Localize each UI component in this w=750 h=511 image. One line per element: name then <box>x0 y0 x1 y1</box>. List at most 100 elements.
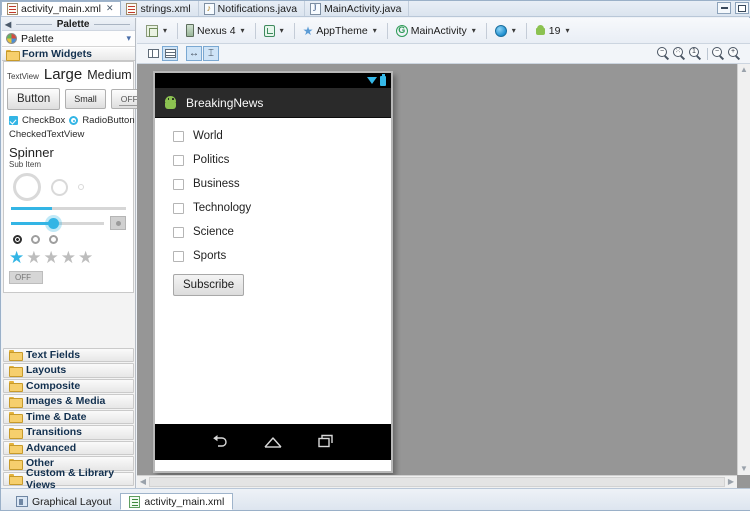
palette-item-small-button[interactable]: Small <box>65 89 106 109</box>
nav-recents-icon[interactable] <box>317 434 335 451</box>
canvas-vertical-scrollbar[interactable]: ▲ ▼ <box>737 64 750 475</box>
horizontal-scroll-thumb[interactable] <box>149 477 725 487</box>
device-preview[interactable]: BreakingNews World Politics Business Tec… <box>153 71 393 473</box>
scroll-left-icon[interactable]: ◀ <box>137 476 149 488</box>
palette-item-quickcontact-badge[interactable] <box>110 216 126 230</box>
checkbox-icon[interactable] <box>173 130 184 142</box>
minimize-button[interactable] <box>717 2 731 14</box>
radio-option-3[interactable] <box>49 235 58 244</box>
palette-item-radiobutton[interactable]: RadioButton <box>82 115 134 126</box>
palette-category-layouts[interactable]: Layouts <box>3 363 134 378</box>
fit-height-toggle[interactable]: ⌶ <box>203 46 219 61</box>
editor-tab-mainactivity-java[interactable]: MainActivity.java <box>305 1 410 16</box>
chevron-down-icon[interactable]: ▾ <box>161 26 169 35</box>
scroll-right-icon[interactable]: ▶ <box>725 476 737 488</box>
palette-category-text-fields[interactable]: Text Fields <box>3 347 134 362</box>
radiogroup-row <box>13 235 130 244</box>
palette-item-large-text[interactable]: Large <box>44 66 82 83</box>
show-outline-toggle[interactable] <box>145 46 161 61</box>
activity-selector[interactable]: G MainActivity ▾ <box>393 23 481 39</box>
tab-graphical-layout[interactable]: Graphical Layout <box>7 493 120 510</box>
folder-icon <box>9 458 23 470</box>
zoom-actual-size-button[interactable]: 1 <box>689 47 703 61</box>
checkbox-row-politics[interactable]: Politics <box>173 154 391 166</box>
palette-category-custom-library-views[interactable]: Custom & Library Views <box>3 467 134 491</box>
chevron-down-icon[interactable]: ▾ <box>470 26 478 35</box>
palette-category-transitions[interactable]: Transitions <box>3 425 134 440</box>
palette-item-ratingbar[interactable]: ★ ★ ★ ★ ★ <box>9 249 130 266</box>
chevron-down-icon[interactable]: ▾ <box>371 26 379 35</box>
editor-tab-activity-main-xml[interactable]: activity_main.xml ✕ <box>1 1 122 16</box>
palette-item-seekbar[interactable] <box>11 217 104 229</box>
nav-back-icon[interactable] <box>211 434 229 451</box>
fit-width-toggle[interactable]: ↔ <box>186 46 202 61</box>
collapse-left-icon[interactable]: ◀ <box>5 20 11 29</box>
checkbox-icon[interactable] <box>173 154 184 166</box>
device-selector[interactable]: Nexus 4 ▾ <box>183 22 250 39</box>
zoom-decrease-button[interactable]: − <box>712 47 726 61</box>
chevron-down-icon[interactable]: ▾ <box>563 26 571 35</box>
palette-item-checkbox[interactable]: CheckBox <box>22 115 65 126</box>
palette-category-label: Advanced <box>26 441 77 454</box>
palette-item-textview[interactable]: TextView <box>7 72 39 81</box>
checkbox-icon[interactable] <box>173 250 184 262</box>
locale-selector[interactable]: ▾ <box>492 23 521 39</box>
seekbar-thumb[interactable] <box>48 217 60 229</box>
show-layout-bounds-toggle[interactable] <box>162 46 178 61</box>
tab-activity-main-xml[interactable]: activity_main.xml <box>120 493 234 510</box>
nav-back-svg <box>213 434 227 447</box>
palette-item-spinner[interactable]: Spinner <box>9 145 130 160</box>
orientation-selector[interactable]: ▾ <box>261 23 289 39</box>
theme-selector[interactable]: ★ AppTheme ▾ <box>300 23 382 39</box>
checkbox-icon[interactable] <box>173 226 184 238</box>
xml-file-icon <box>126 2 138 15</box>
scroll-up-icon[interactable]: ▲ <box>738 64 750 76</box>
maximize-button[interactable] <box>735 2 749 14</box>
editor-tab-strings-xml[interactable]: strings.xml <box>121 1 199 16</box>
configuration-chooser-button[interactable]: ▾ <box>143 23 172 39</box>
palette-category-images-media[interactable]: Images & Media <box>3 394 134 409</box>
close-icon[interactable]: ✕ <box>106 3 114 14</box>
palette-item-progressbar-large[interactable] <box>13 173 41 201</box>
folder-icon <box>6 49 20 61</box>
chevron-down-icon[interactable]: ▾ <box>126 33 131 44</box>
checkbox-icon[interactable] <box>173 202 184 214</box>
checkbox-row-sports[interactable]: Sports <box>173 250 391 262</box>
palette-item-progressbar-small[interactable] <box>78 184 84 190</box>
chevron-down-icon[interactable]: ▾ <box>278 26 286 35</box>
radio-option-2[interactable] <box>31 235 40 244</box>
xml-source-icon <box>129 495 141 508</box>
subscribe-button[interactable]: Subscribe <box>173 274 245 296</box>
palette-category-time-date[interactable]: Time & Date <box>3 409 134 424</box>
canvas-horizontal-scrollbar[interactable]: ◀ ▶ <box>137 475 737 488</box>
scroll-down-icon[interactable]: ▼ <box>738 463 750 475</box>
palette-item-radiogroup[interactable] <box>13 235 22 244</box>
checkbox-label: Technology <box>193 202 252 214</box>
checkbox-row-science[interactable]: Science <box>173 226 391 238</box>
nav-home-icon[interactable] <box>263 435 283 449</box>
palette-item-checkedtextview[interactable]: CheckedTextView <box>9 129 130 140</box>
palette-item-medium-text[interactable]: Medium <box>87 68 131 82</box>
palette-item-switch[interactable]: OFF <box>9 271 43 284</box>
palette-item-progressbar-normal[interactable] <box>51 178 68 196</box>
eclipse-adt-window: activity_main.xml ✕ strings.xml Notifica… <box>0 0 750 511</box>
palette-category-advanced[interactable]: Advanced <box>3 440 134 455</box>
api-level-selector[interactable]: 19 ▾ <box>532 23 575 39</box>
folder-icon <box>9 396 23 408</box>
zoom-fit-button[interactable]: ⁙ <box>673 47 687 61</box>
zoom-out-button[interactable]: − <box>657 47 671 61</box>
layout-canvas[interactable]: BreakingNews World Politics Business Tec… <box>137 64 750 488</box>
checkbox-row-world[interactable]: World <box>173 130 391 142</box>
palette-category-composite[interactable]: Composite <box>3 378 134 393</box>
checkbox-row-technology[interactable]: Technology <box>173 202 391 214</box>
zoom-increase-button[interactable]: + <box>728 47 742 61</box>
palette-item-progressbar-horizontal[interactable] <box>11 207 126 210</box>
checkbox-icon[interactable] <box>173 178 184 190</box>
checkbox-row-business[interactable]: Business <box>173 178 391 190</box>
palette-group-form-widgets[interactable]: Form Widgets <box>2 47 135 61</box>
chevron-down-icon[interactable]: ▾ <box>510 26 518 35</box>
palette-item-button[interactable]: Button <box>7 88 61 110</box>
chevron-down-icon[interactable]: ▾ <box>239 26 247 35</box>
editor-tab-notifications-java[interactable]: Notifications.java <box>199 1 306 16</box>
palette-selector[interactable]: Palette ▾ <box>2 31 135 47</box>
